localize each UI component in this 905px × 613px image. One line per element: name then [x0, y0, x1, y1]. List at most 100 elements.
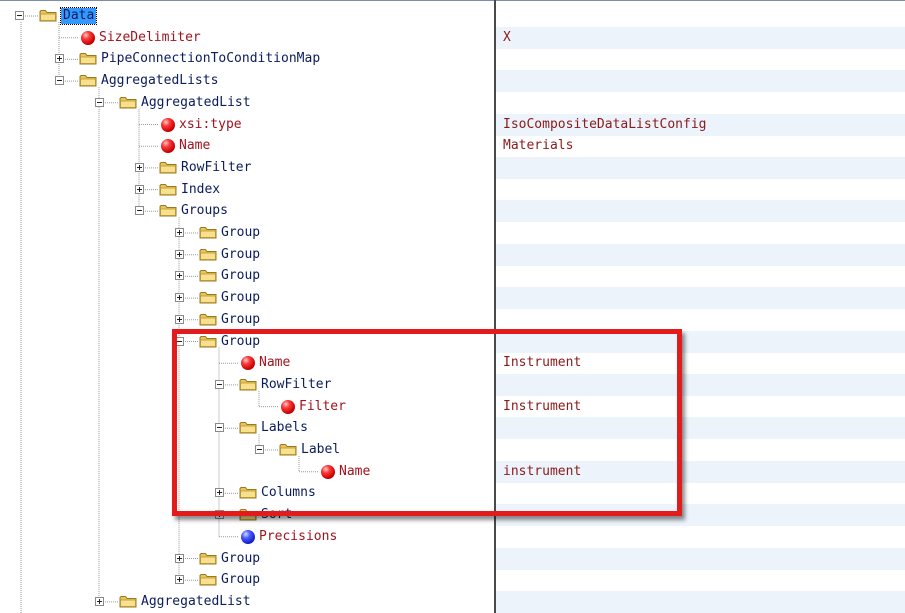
node-value[interactable]: IsoCompositeDataListConfig [503, 117, 707, 133]
collapse-icon[interactable] [215, 379, 224, 389]
tree-node-row[interactable]: AggregatedList [0, 591, 905, 613]
tree-node-row[interactable]: Group [0, 569, 905, 591]
expand-icon[interactable] [55, 54, 64, 64]
tree-node-row[interactable]: AggregatedLists [0, 70, 905, 92]
node-label[interactable]: Group [221, 334, 260, 350]
tree-node-row[interactable]: Precisions [0, 526, 905, 548]
collapse-icon[interactable] [15, 11, 24, 20]
tree-node-row[interactable]: Data [0, 5, 905, 27]
collapse-icon[interactable] [95, 97, 104, 107]
tree-node-row[interactable]: xsi:type IsoCompositeDataListConfig [0, 114, 905, 136]
folder-icon [239, 486, 257, 499]
expand-icon[interactable] [135, 162, 144, 172]
expand-icon[interactable] [215, 488, 224, 498]
expand-icon[interactable] [215, 510, 224, 520]
expand-icon[interactable] [175, 271, 184, 281]
tree-node-row[interactable]: Labels [0, 417, 905, 439]
tree-node-row[interactable]: RowFilter [0, 157, 905, 179]
tree-node-row[interactable]: Name Materials [0, 135, 905, 157]
tree-node-row[interactable]: AggregatedList [0, 92, 905, 114]
node-label[interactable]: Group [221, 247, 260, 263]
node-label[interactable]: AggregatedList [141, 594, 251, 610]
expand-icon[interactable] [175, 249, 184, 259]
tree-node-row[interactable]: Group [0, 222, 905, 244]
tree-node-row[interactable]: Group [0, 548, 905, 570]
attribute-icon [281, 399, 295, 414]
expand-icon[interactable] [175, 293, 184, 303]
node-label[interactable]: Groups [181, 203, 228, 219]
folder-icon [39, 9, 57, 22]
folder-icon [199, 552, 217, 565]
folder-icon [199, 313, 217, 326]
tree-node-row[interactable]: Groups [0, 200, 905, 222]
node-value[interactable]: Instrument [503, 399, 581, 415]
tree-node-row[interactable]: PipeConnectionToConditionMap [0, 48, 905, 70]
tree-node-row[interactable]: Group [0, 309, 905, 331]
node-label[interactable]: Group [221, 290, 260, 306]
expand-icon[interactable] [135, 184, 144, 194]
node-label[interactable]: Labels [261, 420, 308, 436]
node-label[interactable]: AggregatedLists [101, 73, 218, 89]
tree-node-row[interactable]: Group [0, 265, 905, 287]
node-label[interactable]: AggregatedList [141, 95, 251, 111]
node-label[interactable]: Index [181, 182, 220, 198]
node-label[interactable]: Label [301, 442, 340, 458]
node-label[interactable]: Name [339, 464, 370, 480]
folder-icon [239, 378, 257, 391]
node-label[interactable]: Group [221, 572, 260, 588]
collapse-icon[interactable] [135, 206, 144, 216]
folder-icon [239, 508, 257, 521]
expand-icon[interactable] [175, 575, 184, 585]
node-label[interactable]: RowFilter [181, 160, 251, 176]
node-label[interactable]: Name [259, 355, 290, 371]
collapse-icon[interactable] [175, 336, 184, 346]
folder-icon [199, 226, 217, 239]
node-label[interactable]: Sort [261, 507, 292, 523]
attribute-icon [161, 117, 175, 132]
tree-node-row[interactable]: Label [0, 439, 905, 461]
tree-node-row[interactable]: Group [0, 287, 905, 309]
node-value[interactable]: X [503, 30, 511, 46]
node-label[interactable]: Filter [299, 399, 346, 415]
node-label[interactable]: Columns [261, 485, 316, 501]
node-label[interactable]: RowFilter [261, 377, 331, 393]
node-label[interactable]: Group [221, 551, 260, 567]
expand-icon[interactable] [175, 314, 184, 324]
expand-icon[interactable] [175, 228, 184, 237]
node-label[interactable]: Data [59, 7, 98, 25]
node-value[interactable]: Instrument [503, 355, 581, 371]
folder-icon [79, 52, 97, 65]
node-label[interactable]: Group [221, 312, 260, 328]
node-label[interactable]: xsi:type [179, 117, 242, 133]
tree-node-row[interactable]: Group [0, 331, 905, 353]
attribute-icon [161, 139, 175, 154]
folder-icon [79, 74, 97, 87]
tree-node-row[interactable]: Columns [0, 482, 905, 504]
node-value[interactable]: instrument [503, 464, 581, 480]
expand-icon[interactable] [95, 596, 104, 606]
node-value[interactable]: Materials [503, 138, 573, 154]
collapse-icon[interactable] [55, 76, 64, 86]
node-label[interactable]: Precisions [259, 529, 337, 545]
tree-node-row[interactable]: Group [0, 244, 905, 266]
column-divider[interactable] [494, 0, 496, 613]
node-label[interactable]: SizeDelimiter [99, 30, 201, 46]
tree-node-row[interactable]: Name Instrument [0, 352, 905, 374]
tree-node-row[interactable]: Name instrument [0, 461, 905, 483]
tree-node-row[interactable]: Filter Instrument [0, 396, 905, 418]
node-label[interactable]: Group [221, 225, 260, 241]
expand-icon[interactable] [175, 553, 184, 563]
node-label[interactable]: PipeConnectionToConditionMap [101, 51, 320, 67]
top-border [0, 0, 905, 1]
xml-tree-view[interactable]: Data SizeDelimiter X PipeConnectionToCondit… [0, 0, 905, 613]
collapse-icon[interactable] [255, 445, 264, 454]
collapse-icon[interactable] [215, 423, 224, 433]
node-label[interactable]: Name [179, 138, 210, 154]
tree-node-row[interactable]: Sort [0, 504, 905, 526]
folder-icon [199, 248, 217, 261]
node-label[interactable]: Group [221, 268, 260, 284]
folder-icon [159, 183, 177, 196]
tree-node-row[interactable]: Index [0, 179, 905, 201]
tree-node-row[interactable]: SizeDelimiter X [0, 27, 905, 49]
tree-node-row[interactable]: RowFilter [0, 374, 905, 396]
